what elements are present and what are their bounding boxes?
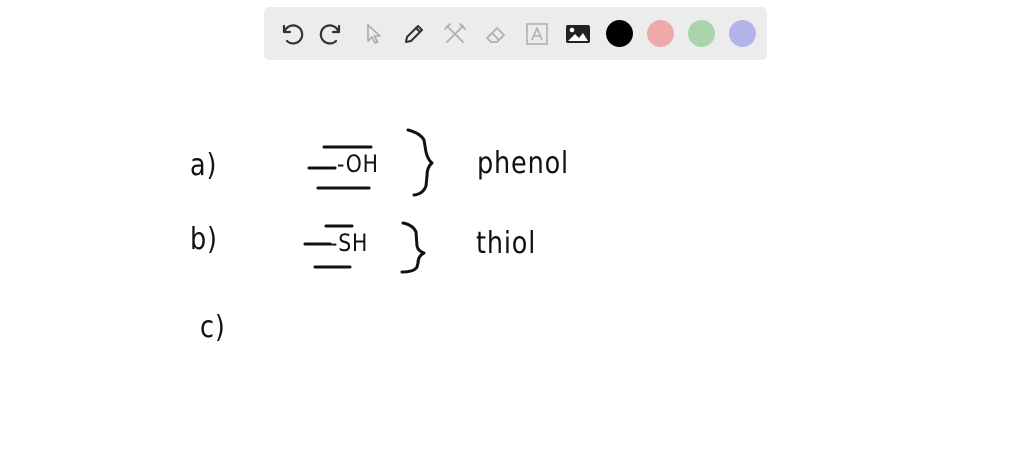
pencil-icon — [405, 24, 423, 43]
item-b-label: b) — [190, 222, 218, 257]
color-black[interactable] — [599, 14, 639, 54]
item-c-label: c) — [200, 310, 226, 345]
text-button[interactable] — [517, 14, 557, 54]
whiteboard-canvas[interactable]: a) -OH phenol b) -SH thiol c) — [0, 70, 1024, 470]
tools-icon — [444, 22, 466, 43]
color-swatch-blue — [728, 20, 756, 47]
eraser-button[interactable] — [476, 14, 516, 54]
image-button[interactable] — [558, 14, 598, 54]
color-blue[interactable] — [722, 14, 762, 54]
pen-button[interactable] — [394, 14, 434, 54]
image-icon — [566, 24, 590, 43]
undo-button[interactable] — [271, 14, 311, 54]
item-a-group: -OH — [337, 150, 379, 178]
item-a-label: a) — [190, 148, 218, 183]
whiteboard-toolbar — [264, 7, 767, 60]
tools-button[interactable] — [435, 14, 475, 54]
item-b-group: -SH — [330, 229, 369, 257]
color-swatch-black — [605, 20, 633, 47]
pointer-icon — [367, 23, 381, 44]
item-b-name: thiol — [476, 226, 537, 261]
redo-button[interactable] — [312, 14, 352, 54]
undo-icon — [282, 23, 304, 45]
redo-icon — [319, 23, 341, 45]
color-red[interactable] — [640, 14, 680, 54]
item-a-name: phenol — [477, 146, 569, 181]
color-swatch-red — [646, 20, 674, 47]
handwriting-layer — [303, 128, 434, 274]
select-button[interactable] — [353, 14, 393, 54]
eraser-icon — [486, 26, 505, 43]
color-green[interactable] — [681, 14, 721, 54]
color-swatch-green — [687, 20, 715, 47]
text-icon — [526, 22, 548, 45]
